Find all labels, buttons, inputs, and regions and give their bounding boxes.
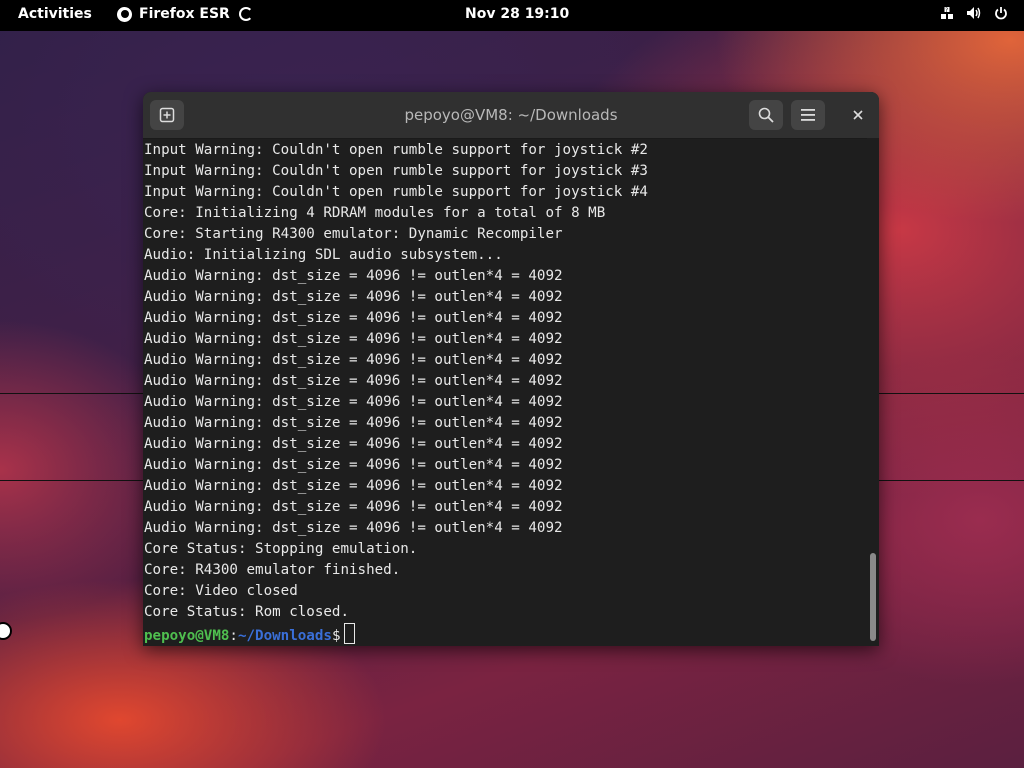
- terminal-line: Audio Warning: dst_size = 4096 != outlen…: [144, 478, 563, 494]
- terminal-line: Input Warning: Couldn't open rumble supp…: [144, 163, 648, 179]
- terminal-line: Audio Warning: dst_size = 4096 != outlen…: [144, 499, 563, 515]
- terminal-line: Audio Warning: dst_size = 4096 != outlen…: [144, 436, 563, 452]
- terminal-line: Core: Initializing 4 RDRAM modules for a…: [144, 205, 606, 221]
- terminal-line: Input Warning: Couldn't open rumble supp…: [144, 142, 648, 158]
- close-icon: [853, 110, 863, 120]
- terminal-line: Audio Warning: dst_size = 4096 != outlen…: [144, 331, 563, 347]
- prompt-separator: :: [229, 628, 238, 644]
- system-tray[interactable]: ?: [940, 6, 1008, 24]
- hamburger-menu-icon: [801, 109, 815, 121]
- close-button[interactable]: [841, 100, 875, 130]
- terminal-line: Core: Starting R4300 emulator: Dynamic R…: [144, 226, 563, 242]
- volume-icon: [966, 6, 982, 24]
- terminal-line: Core Status: Stopping emulation.: [144, 541, 418, 557]
- search-icon: [758, 107, 774, 123]
- terminal-line: Core: Video closed: [144, 583, 298, 599]
- power-icon: [994, 6, 1008, 24]
- terminal-line: Audio: Initializing SDL audio subsystem.…: [144, 247, 503, 263]
- scrollbar-thumb[interactable]: [870, 553, 876, 641]
- text-cursor: [344, 623, 356, 644]
- terminal-line: Audio Warning: dst_size = 4096 != outlen…: [144, 289, 563, 305]
- terminal-scrollbar[interactable]: [867, 138, 879, 646]
- prompt-symbol: $: [331, 628, 341, 644]
- terminal-line: Core Status: Rom closed.: [144, 604, 349, 620]
- prompt-path: ~/Downloads: [237, 628, 332, 644]
- app-name: Firefox ESR: [139, 6, 230, 22]
- app-menu[interactable]: Firefox ESR: [117, 6, 253, 22]
- terminal-line: Audio Warning: dst_size = 4096 != outlen…: [144, 457, 563, 473]
- shell-prompt[interactable]: pepoyo@VM8:~/Downloads$: [144, 623, 864, 644]
- terminal-output[interactable]: Input Warning: Couldn't open rumble supp…: [144, 140, 864, 646]
- terminal-line: Audio Warning: dst_size = 4096 != outlen…: [144, 415, 563, 431]
- search-button[interactable]: [749, 100, 783, 130]
- terminal-window: pepoyo@VM8: ~/Downloads Input Warning: C…: [143, 92, 879, 646]
- svg-text:?: ?: [945, 7, 948, 14]
- prompt-user: pepoyo@VM8: [144, 628, 230, 644]
- terminal-line: Audio Warning: dst_size = 4096 != outlen…: [144, 373, 563, 389]
- menu-button[interactable]: [791, 100, 825, 130]
- network-icon: ?: [940, 6, 954, 24]
- loading-spinner-icon: [238, 7, 253, 21]
- activities-button[interactable]: Activities: [18, 6, 92, 22]
- terminal-line: Audio Warning: dst_size = 4096 != outlen…: [144, 268, 563, 284]
- terminal-line: Audio Warning: dst_size = 4096 != outlen…: [144, 310, 563, 326]
- top-bar: Activities Firefox ESR Nov 28 19:10 ?: [0, 0, 1024, 31]
- terminal-line: Audio Warning: dst_size = 4096 != outlen…: [144, 520, 563, 536]
- terminal-line: Audio Warning: dst_size = 4096 != outlen…: [144, 394, 563, 410]
- terminal-line: Core: R4300 emulator finished.: [144, 562, 401, 578]
- clock[interactable]: Nov 28 19:10: [465, 6, 569, 22]
- window-headerbar[interactable]: pepoyo@VM8: ~/Downloads: [143, 92, 879, 139]
- terminal-line: Audio Warning: dst_size = 4096 != outlen…: [144, 352, 563, 368]
- firefox-icon: [117, 6, 132, 22]
- terminal-line: Input Warning: Couldn't open rumble supp…: [144, 184, 648, 200]
